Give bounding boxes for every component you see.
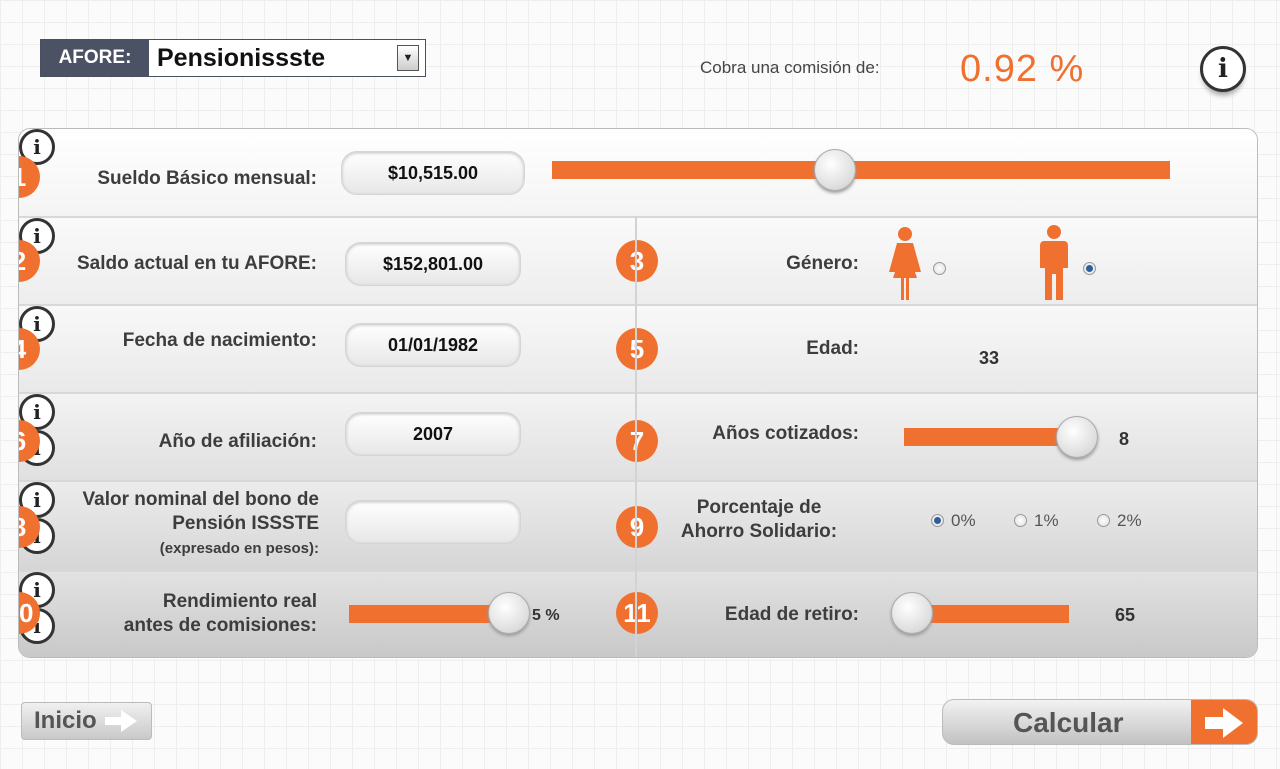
saldo-input[interactable]: $152,801.00 — [345, 242, 521, 286]
ahorro-label: Porcentaje de Ahorro Solidario: — [659, 496, 859, 544]
ahorro-option-0[interactable]: 0% — [951, 511, 976, 531]
afore-tag: AFORE: — [41, 40, 149, 76]
retiro-slider-handle[interactable] — [891, 592, 933, 634]
step-badge: 11 — [616, 592, 658, 634]
bono-input[interactable] — [345, 500, 521, 544]
calcular-arrow — [1191, 700, 1257, 744]
edad-value: 33 — [979, 348, 1000, 368]
bono-label-note: (expresado en pesos): — [159, 540, 319, 557]
ahorro-radio-1[interactable] — [1014, 514, 1027, 527]
afiliacion-label: Año de afiliación: — [158, 431, 317, 452]
step-badge: 9 — [616, 506, 658, 548]
ahorro-option-1[interactable]: 1% — [1034, 511, 1059, 531]
afore-select[interactable]: AFORE: Pensionissste ▼ — [40, 39, 426, 77]
afiliacion-input[interactable]: 2007 — [345, 412, 521, 456]
ahorro-radio-0[interactable] — [931, 514, 944, 527]
calcular-label: Calcular — [1013, 707, 1124, 738]
cotizados-slider-track[interactable] — [904, 428, 1072, 446]
rendimiento-label-line1: Rendimiento real — [162, 591, 317, 612]
row-sueldo: 1 Sueldo Básico mensual: $10,515.00 i — [19, 129, 1257, 216]
arrow-right-icon — [104, 710, 137, 732]
cotizados-slider-handle[interactable] — [1056, 416, 1098, 458]
female-radio[interactable] — [933, 262, 946, 275]
saldo-label: Saldo actual en tu AFORE: — [77, 253, 317, 274]
rendimiento-value: 5 % — [532, 607, 560, 624]
form-panel: 1 Sueldo Básico mensual: $10,515.00 i 2 … — [18, 128, 1258, 658]
dropdown-arrow-icon[interactable]: ▼ — [397, 45, 419, 71]
fecha-input[interactable]: 01/01/1982 — [345, 323, 521, 367]
step-badge: 5 — [616, 328, 658, 370]
bono-label-line1: Valor nominal del bono de — [82, 489, 319, 510]
ahorro-radio-2[interactable] — [1097, 514, 1110, 527]
calcular-button[interactable]: Calcular — [942, 699, 1258, 745]
edad-label: Edad: — [806, 338, 859, 359]
sueldo-input[interactable]: $10,515.00 — [341, 151, 525, 195]
row-saldo-genero: 2 Saldo actual en tu AFORE: $152,801.00 … — [19, 216, 1257, 304]
afore-calculator: AFORE: Pensionissste ▼ Cobra una comisió… — [0, 0, 1280, 769]
rendimiento-slider-track[interactable] — [349, 605, 509, 623]
female-icon[interactable] — [887, 226, 923, 300]
row-bono-ahorro: 8 Valor nominal del bono de Pensión ISSS… — [19, 480, 1257, 570]
column-divider — [635, 216, 637, 657]
inicio-label: Inicio — [34, 707, 97, 734]
male-icon[interactable] — [1039, 224, 1069, 300]
step-badge: 7 — [616, 420, 658, 462]
rendimiento-slider-handle[interactable] — [488, 592, 530, 634]
row-afiliacion-cotizados: 6 Año de afiliación: 2007 i 7 Años cotiz… — [19, 392, 1257, 480]
row-fecha-edad: 4 Fecha de nacimiento: 01/01/1982 i 5 Ed… — [19, 304, 1257, 392]
info-icon[interactable]: i — [1200, 46, 1246, 92]
afore-selected-value[interactable]: Pensionissste — [149, 40, 397, 76]
retiro-value: 65 — [1115, 605, 1136, 625]
ahorro-option-2[interactable]: 2% — [1117, 511, 1142, 531]
comision-label: Cobra una comisión de: — [700, 58, 880, 77]
step-badge: 3 — [616, 240, 658, 282]
arrow-right-icon — [1205, 708, 1243, 738]
bono-label: Valor nominal del bono de Pensión ISSSTE… — [39, 488, 319, 561]
rendimiento-label-line2: antes de comisiones: — [123, 615, 317, 636]
inicio-button[interactable]: Inicio — [21, 702, 152, 740]
ahorro-label-line2: Ahorro Solidario: — [680, 521, 838, 542]
sueldo-slider-track[interactable] — [552, 161, 1170, 179]
cotizados-value: 8 — [1119, 429, 1130, 449]
sueldo-slider-handle[interactable] — [814, 149, 856, 191]
comision-value: 0.92 % — [960, 48, 1085, 90]
retiro-slider-track[interactable] — [909, 605, 1069, 623]
male-radio[interactable] — [1083, 262, 1096, 275]
retiro-label: Edad de retiro: — [724, 604, 859, 625]
ahorro-label-line1: Porcentaje de — [696, 497, 822, 518]
bono-label-line2: Pensión ISSSTE — [172, 513, 319, 534]
sueldo-label: Sueldo Básico mensual: — [97, 168, 317, 189]
fecha-label: Fecha de nacimiento: — [122, 330, 317, 351]
row-rendimiento-retiro: 10 Rendimiento real antes de comisiones:… — [19, 570, 1257, 657]
rendimiento-label: Rendimiento real antes de comisiones: — [59, 590, 317, 638]
cotizados-label: Años cotizados: — [712, 423, 859, 444]
genero-label: Género: — [786, 253, 859, 274]
